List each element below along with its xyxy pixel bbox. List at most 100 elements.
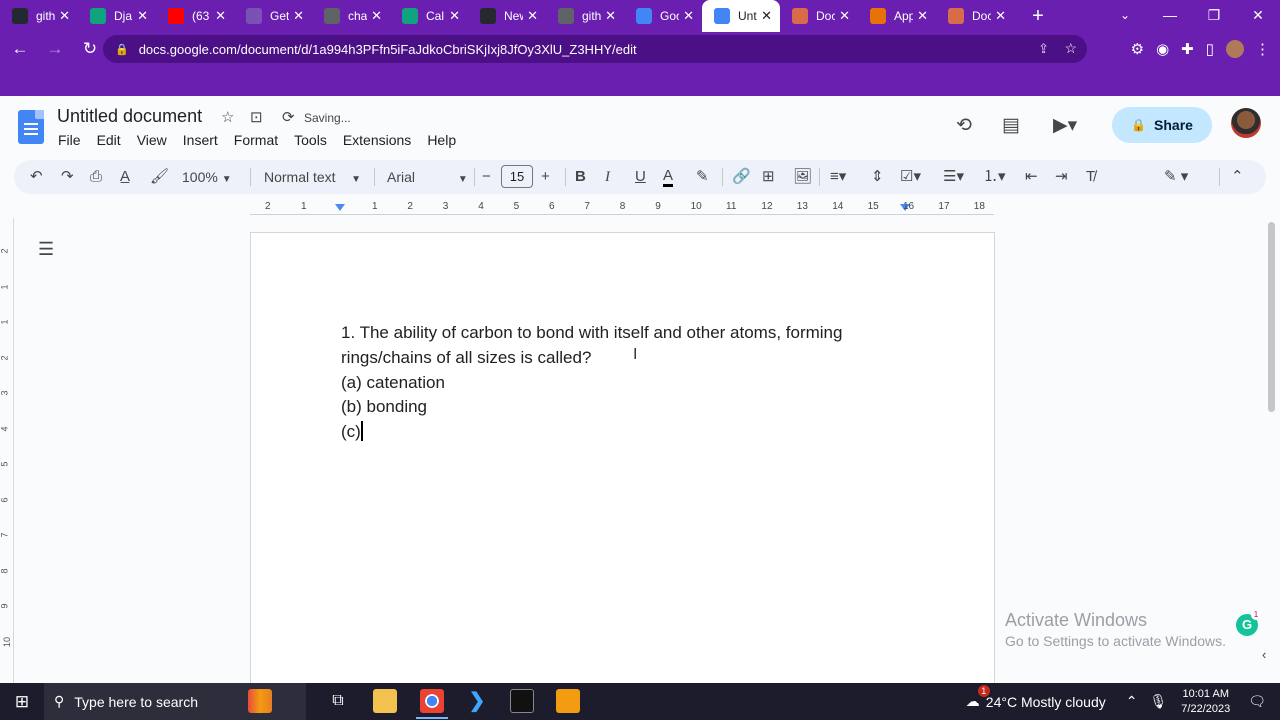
- vscode-icon[interactable]: ❯: [465, 689, 489, 713]
- horizontal-ruler[interactable]: 2 1 1 2 3 4 5 6 7 8 9 10 11 12 13 14 15 16 17 18: [250, 200, 994, 218]
- menu-tools[interactable]: Tools: [294, 132, 327, 148]
- share-page-icon[interactable]: ⇪: [1038, 41, 1049, 57]
- insert-image-icon[interactable]: 🖼: [793, 167, 812, 187]
- side-panel-icon[interactable]: ▯: [1206, 40, 1214, 58]
- browser-tab[interactable]: cha ✕: [312, 0, 390, 32]
- browser-tab[interactable]: App ✕: [858, 0, 936, 32]
- browser-tab[interactable]: gith ✕: [546, 0, 624, 32]
- font-size-input[interactable]: 15: [501, 165, 533, 188]
- menu-edit[interactable]: Edit: [97, 132, 121, 148]
- weather-text[interactable]: 24°C Mostly cloudy: [986, 694, 1106, 710]
- comments-icon[interactable]: ▤: [1002, 114, 1020, 137]
- browser-tab[interactable]: Dja ✕: [78, 0, 156, 32]
- profile-avatar-icon[interactable]: [1226, 40, 1244, 58]
- close-tab-icon[interactable]: ✕: [215, 8, 226, 24]
- windows-start-icon[interactable]: ⊞: [0, 692, 44, 712]
- menu-help[interactable]: Help: [427, 132, 456, 148]
- close-window-icon[interactable]: ✕: [1236, 0, 1280, 32]
- minimize-icon[interactable]: —: [1148, 0, 1192, 32]
- menu-view[interactable]: View: [137, 132, 167, 148]
- browser-tab[interactable]: (63 ✕: [156, 0, 234, 32]
- reload-icon[interactable]: ↻: [75, 39, 105, 59]
- close-tab-icon[interactable]: ✕: [839, 8, 850, 24]
- document-page[interactable]: 1. The ability of carbon to bond with it…: [250, 232, 995, 692]
- menu-insert[interactable]: Insert: [183, 132, 218, 148]
- menu-format[interactable]: Format: [234, 132, 278, 148]
- close-tab-icon[interactable]: ✕: [605, 8, 616, 24]
- numbered-list-icon[interactable]: ⒈▾: [983, 167, 1006, 187]
- font-select[interactable]: Arial ▼: [387, 167, 468, 187]
- lock-icon[interactable]: 🔒: [115, 43, 129, 56]
- browser-tab[interactable]: Get ✕: [234, 0, 312, 32]
- extensions-puzzle-icon[interactable]: ✚: [1181, 40, 1194, 58]
- star-icon[interactable]: ☆: [221, 108, 234, 126]
- meet-camera-icon[interactable]: ▶▾: [1053, 114, 1077, 137]
- extension-chatgpt-icon[interactable]: ⚙: [1131, 40, 1144, 58]
- close-tab-icon[interactable]: ✕: [917, 8, 928, 24]
- document-outline-icon[interactable]: ☰: [38, 239, 54, 260]
- bookmark-star-icon[interactable]: ☆: [1064, 40, 1077, 57]
- close-tab-icon[interactable]: ✕: [449, 8, 460, 24]
- tab-search-chevron-icon[interactable]: ⌄: [1120, 0, 1140, 32]
- installer-app-icon[interactable]: [556, 689, 580, 713]
- print-icon[interactable]: ⎙: [90, 167, 102, 187]
- increase-font-size-icon[interactable]: +: [541, 167, 550, 187]
- style-select[interactable]: Normal text ▼: [264, 167, 361, 187]
- close-tab-icon[interactable]: ✕: [137, 8, 148, 24]
- restore-icon[interactable]: ❐: [1192, 0, 1236, 32]
- side-panel-chevron-left-icon[interactable]: ‹: [1262, 647, 1266, 662]
- chrome-icon[interactable]: [416, 689, 448, 719]
- clear-formatting-icon[interactable]: T̸: [1086, 167, 1095, 187]
- increase-indent-icon[interactable]: ⇥: [1055, 167, 1068, 187]
- close-tab-icon[interactable]: ✕: [293, 8, 304, 24]
- menu-file[interactable]: File: [58, 132, 81, 148]
- add-comment-icon[interactable]: ⊞: [762, 167, 775, 187]
- taskbar-clock[interactable]: 10:01 AM 7/22/2023: [1181, 687, 1230, 717]
- close-tab-icon[interactable]: ✕: [995, 8, 1006, 24]
- forward-arrow-icon[interactable]: →: [40, 39, 70, 59]
- task-view-icon[interactable]: ⧉: [326, 689, 350, 713]
- file-explorer-icon[interactable]: [373, 689, 397, 713]
- back-arrow-icon[interactable]: ←: [5, 39, 35, 59]
- browser-tab[interactable]: Cal ✕: [390, 0, 468, 32]
- align-icon[interactable]: ≡▾: [830, 167, 846, 187]
- close-tab-icon[interactable]: ✕: [527, 8, 538, 24]
- google-docs-logo-icon[interactable]: [18, 110, 44, 144]
- new-tab-icon[interactable]: +: [1024, 5, 1052, 28]
- editing-mode-icon[interactable]: ✎ ▾: [1164, 167, 1188, 187]
- tray-overflow-chevron-icon[interactable]: ⌃: [1126, 693, 1138, 710]
- browser-tab[interactable]: Doc ✕: [780, 0, 858, 32]
- close-tab-icon[interactable]: ✕: [683, 8, 694, 24]
- document-title[interactable]: Untitled document: [57, 106, 202, 127]
- document-body[interactable]: 1. The ability of carbon to bond with it…: [341, 321, 906, 445]
- weather-cloud-icon[interactable]: ☁ 1: [966, 685, 990, 710]
- browser-menu-icon[interactable]: ⋮: [1255, 40, 1270, 58]
- user-avatar[interactable]: [1231, 108, 1261, 138]
- text-color-icon[interactable]: A: [663, 167, 674, 187]
- decrease-font-size-icon[interactable]: −: [482, 167, 491, 187]
- zoom-select[interactable]: 100% ▼: [182, 167, 232, 187]
- insert-link-icon[interactable]: 🔗: [732, 167, 751, 187]
- left-indent-marker[interactable]: [335, 204, 345, 211]
- close-tab-icon[interactable]: ✕: [371, 8, 382, 24]
- terminal-icon[interactable]: [510, 689, 534, 713]
- taskbar-app-folder-icon[interactable]: [248, 689, 272, 713]
- paint-format-icon[interactable]: 🖌: [150, 167, 169, 187]
- bold-icon[interactable]: B: [575, 167, 586, 187]
- highlight-color-icon[interactable]: ✎: [696, 167, 709, 187]
- address-bar[interactable]: 🔒 docs.google.com/document/d/1a994h3PFfn…: [103, 35, 1087, 63]
- spellcheck-icon[interactable]: A̲: [120, 167, 130, 187]
- share-button[interactable]: 🔒 Share: [1112, 107, 1212, 143]
- underline-icon[interactable]: U: [635, 167, 646, 187]
- redo-icon[interactable]: ↷: [61, 167, 74, 187]
- line-spacing-icon[interactable]: ⇕: [871, 167, 884, 187]
- notifications-icon[interactable]: 🗨: [1248, 693, 1266, 710]
- browser-tab[interactable]: Doc ✕: [936, 0, 1014, 32]
- menu-extensions[interactable]: Extensions: [343, 132, 411, 148]
- extension-camera-icon[interactable]: ◉: [1156, 40, 1169, 58]
- decrease-indent-icon[interactable]: ⇤: [1025, 167, 1038, 187]
- move-folder-icon[interactable]: ⊡: [250, 108, 263, 126]
- bulleted-list-icon[interactable]: ☰▾: [943, 167, 964, 187]
- version-history-icon[interactable]: ⟲: [956, 114, 972, 137]
- browser-tab[interactable]: New ✕: [468, 0, 546, 32]
